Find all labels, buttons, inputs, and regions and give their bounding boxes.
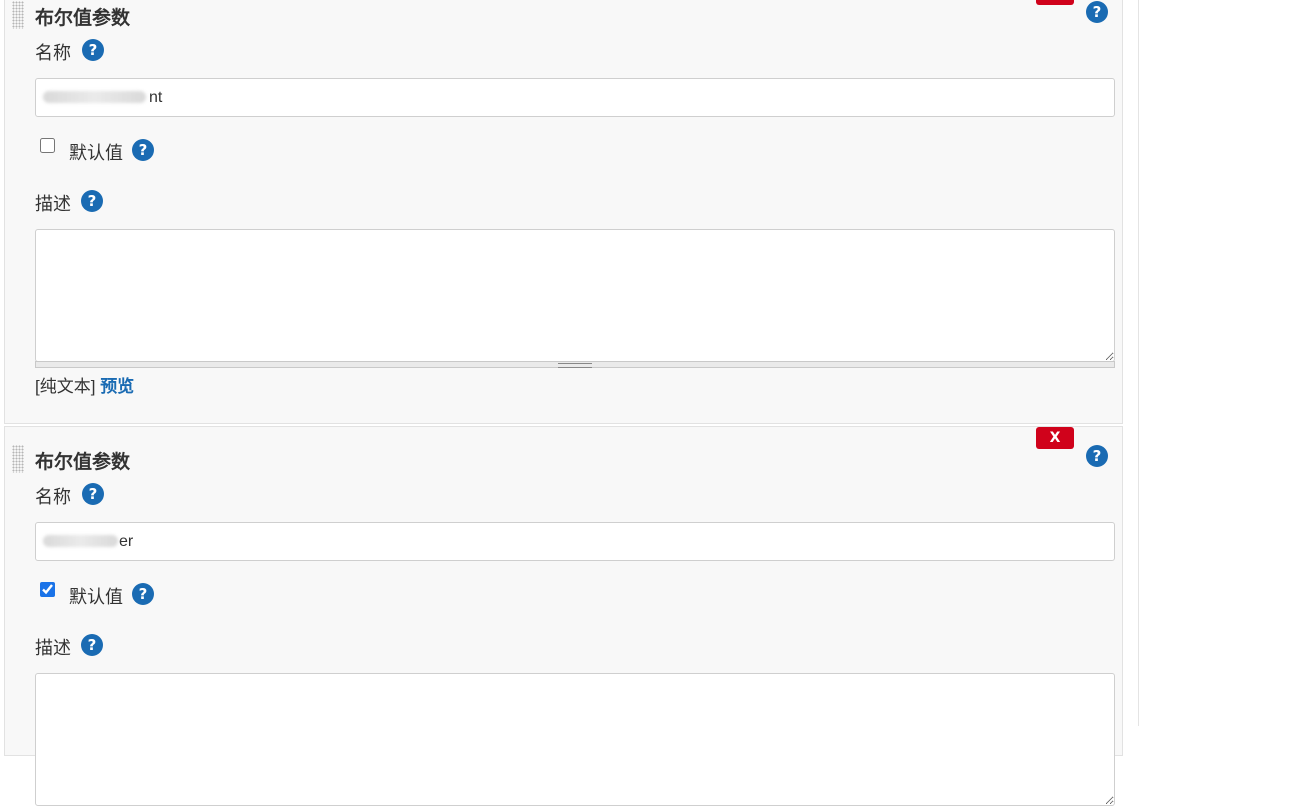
name-label: 名称 bbox=[35, 487, 71, 507]
description-textarea[interactable] bbox=[35, 673, 1115, 806]
default-value-label: 默认值 bbox=[69, 587, 123, 607]
content-right-border bbox=[1138, 0, 1139, 726]
name-help-icon[interactable]: ? bbox=[82, 483, 104, 505]
name-input[interactable] bbox=[35, 522, 1115, 561]
help-icon[interactable]: ? bbox=[1086, 1, 1108, 23]
plain-text-label: [纯文本] bbox=[35, 377, 96, 396]
format-line: [纯文本] 预览 bbox=[35, 372, 134, 397]
remove-parameter-button[interactable]: X bbox=[1036, 0, 1074, 5]
default-value-help-icon[interactable]: ? bbox=[132, 139, 154, 161]
panel-title: 布尔值参数 bbox=[35, 452, 131, 473]
default-value-checkbox[interactable] bbox=[40, 138, 55, 153]
boolean-parameter-panel: 布尔值参数 X ? 名称 ? 默认值 ? 描述 ? [纯文本] 预览 bbox=[4, 0, 1123, 424]
description-label: 描述 bbox=[35, 638, 71, 658]
remove-parameter-button[interactable]: X bbox=[1036, 427, 1074, 449]
description-textarea[interactable] bbox=[35, 229, 1115, 362]
grip-lines-icon bbox=[558, 363, 592, 368]
description-label: 描述 bbox=[35, 194, 71, 214]
textarea-resize-grip[interactable] bbox=[35, 361, 1115, 368]
name-label: 名称 bbox=[35, 43, 71, 63]
name-help-icon[interactable]: ? bbox=[82, 39, 104, 61]
name-input[interactable] bbox=[35, 78, 1115, 117]
preview-link[interactable]: 预览 bbox=[100, 377, 134, 396]
drag-handle[interactable] bbox=[12, 1, 24, 29]
panel-title: 布尔值参数 bbox=[35, 8, 131, 29]
default-value-help-icon[interactable]: ? bbox=[132, 583, 154, 605]
description-help-icon[interactable]: ? bbox=[81, 190, 103, 212]
drag-handle[interactable] bbox=[12, 445, 24, 473]
default-value-label: 默认值 bbox=[69, 143, 123, 163]
help-icon[interactable]: ? bbox=[1086, 445, 1108, 467]
description-help-icon[interactable]: ? bbox=[81, 634, 103, 656]
default-value-checkbox[interactable] bbox=[40, 582, 55, 597]
boolean-parameter-panel: 布尔值参数 X ? 名称 ? 默认值 ? 描述 ? bbox=[4, 426, 1123, 806]
